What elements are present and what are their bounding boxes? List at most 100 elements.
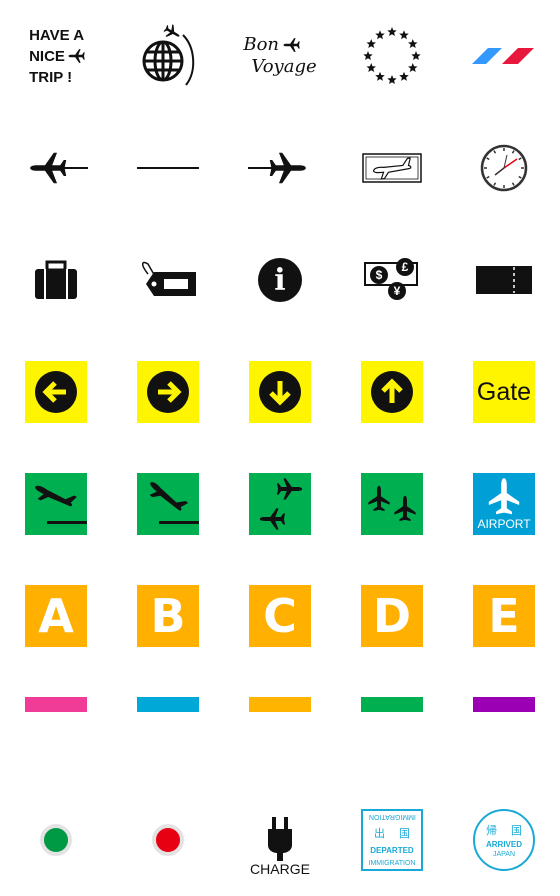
sticker-letter-b[interactable]: B: [112, 560, 224, 672]
arrow-left-icon: [35, 371, 77, 413]
sticker-departed-stamp[interactable]: IMMIGRATION 出 国 DEPARTED IMMIGRATION: [336, 784, 448, 896]
star-circle-icon: [363, 27, 421, 85]
sticker-info[interactable]: i: [224, 224, 336, 336]
sticker-letter-a[interactable]: A: [0, 560, 112, 672]
letter-label: C: [263, 589, 297, 643]
star-icon: [363, 51, 373, 61]
star-icon: [387, 75, 397, 85]
departures-icon: [31, 479, 87, 524]
star-icon: [411, 51, 421, 61]
sticker-plane-left[interactable]: [0, 112, 112, 224]
sticker-arrived-stamp[interactable]: 帰 国 ARRIVED JAPAN: [448, 784, 560, 896]
stripes-icon: [472, 48, 534, 64]
stamp-kanji: 国: [399, 828, 410, 840]
sticker-plane-right[interactable]: [224, 112, 336, 224]
text-line: NICE: [29, 47, 65, 65]
gate-label: Gate: [476, 377, 532, 406]
stamp-top-text: IMMIGRATION: [368, 813, 416, 820]
stamp-kanji: 出: [374, 828, 385, 840]
sticker-suitcase[interactable]: [0, 224, 112, 336]
two-planes-icon: [368, 485, 416, 522]
sticker-eu-stars[interactable]: [336, 0, 448, 112]
star-icon: [399, 71, 409, 81]
stamp-bottom-text: IMMIGRATION: [368, 860, 416, 867]
color-bar-purple[interactable]: [473, 697, 535, 712]
sticker-boarding-pass[interactable]: [336, 112, 448, 224]
plug-icon: [268, 817, 292, 861]
color-bar-green[interactable]: [361, 697, 423, 712]
sticker-letter-d[interactable]: D: [336, 560, 448, 672]
currency-icon: $ £ ¥: [364, 258, 420, 302]
star-icon: [387, 27, 397, 37]
luggage-tag-icon: [142, 261, 196, 296]
stamp-kanji: 帰: [486, 825, 497, 837]
star-icon: [366, 39, 376, 49]
sticker-arrow-right[interactable]: [112, 336, 224, 448]
arrow-right-icon: [147, 371, 189, 413]
sticker-have-a-nice-trip[interactable]: HAVE A NICE TRIP !: [0, 0, 112, 112]
yen-coin: ¥: [388, 282, 406, 300]
sticker-two-planes[interactable]: [336, 448, 448, 560]
star-icon: [375, 71, 385, 81]
red-dot-icon: [152, 824, 184, 856]
sticker-globe-plane[interactable]: [112, 0, 224, 112]
text-line: Voyage: [251, 56, 317, 77]
transfer-icon: [259, 478, 303, 530]
stamp-label: ARRIVED: [485, 840, 522, 849]
color-bar-orange[interactable]: [249, 697, 311, 712]
clock-icon: [480, 144, 528, 192]
color-bar-blue[interactable]: [137, 697, 199, 712]
sticker-arrivals[interactable]: [112, 448, 224, 560]
stamp-kanji: 国: [511, 825, 522, 837]
sticker-currency[interactable]: $ £ ¥: [336, 224, 448, 336]
arrow-up-icon: [371, 371, 413, 413]
sticker-charge[interactable]: CHARGE: [224, 784, 336, 896]
stamp-bottom-text: JAPAN: [492, 851, 516, 858]
plane-icon: [279, 36, 305, 54]
sticker-departures[interactable]: [0, 448, 112, 560]
charge-label: CHARGE: [250, 861, 310, 877]
sticker-flag-stripes[interactable]: [448, 0, 560, 112]
departed-stamp: IMMIGRATION 出 国 DEPARTED IMMIGRATION: [361, 809, 423, 871]
info-icon: i: [258, 258, 302, 302]
plane-icon: [65, 47, 89, 65]
ticket-icon: [476, 266, 532, 294]
suitcase-icon: [35, 260, 77, 299]
sticker-line[interactable]: [112, 112, 224, 224]
green-dot-icon: [40, 824, 72, 856]
airport-label: AIRPORT: [477, 517, 531, 531]
letter-label: E: [488, 589, 520, 643]
pound-coin: £: [396, 258, 414, 276]
dollar-coin: $: [370, 266, 388, 284]
sticker-gate[interactable]: Gate: [448, 336, 560, 448]
sticker-red-dot[interactable]: [112, 784, 224, 896]
sticker-ticket[interactable]: [448, 224, 560, 336]
arrived-stamp: 帰 国 ARRIVED JAPAN: [473, 809, 535, 871]
sticker-arrow-up[interactable]: [336, 336, 448, 448]
sticker-transfer[interactable]: [224, 448, 336, 560]
sticker-arrow-down[interactable]: [224, 336, 336, 448]
sticker-luggage-tag[interactable]: [112, 224, 224, 336]
sticker-bon-voyage[interactable]: Bon Voyage: [224, 0, 336, 112]
color-bar-pink[interactable]: [25, 697, 87, 712]
globe-icon: [142, 22, 195, 86]
letter-label: A: [38, 589, 74, 643]
sticker-letter-c[interactable]: C: [224, 560, 336, 672]
sticker-green-dot[interactable]: [0, 784, 112, 896]
sticker-arrow-left[interactable]: [0, 336, 112, 448]
divider-line: [137, 167, 199, 169]
airport-plane-icon: [488, 478, 520, 515]
star-icon: [408, 63, 418, 73]
text-line: Bon: [243, 34, 280, 55]
sticker-airport[interactable]: AIRPORT: [448, 448, 560, 560]
star-icon: [408, 39, 418, 49]
text-line: TRIP !: [29, 68, 73, 86]
letter-label: D: [372, 589, 412, 643]
sticker-clock[interactable]: [448, 112, 560, 224]
letter-label: B: [150, 589, 186, 643]
star-icon: [375, 30, 385, 40]
arrivals-icon: [144, 476, 199, 524]
sticker-letter-e[interactable]: E: [448, 560, 560, 672]
star-icon: [399, 30, 409, 40]
star-icon: [366, 63, 376, 73]
